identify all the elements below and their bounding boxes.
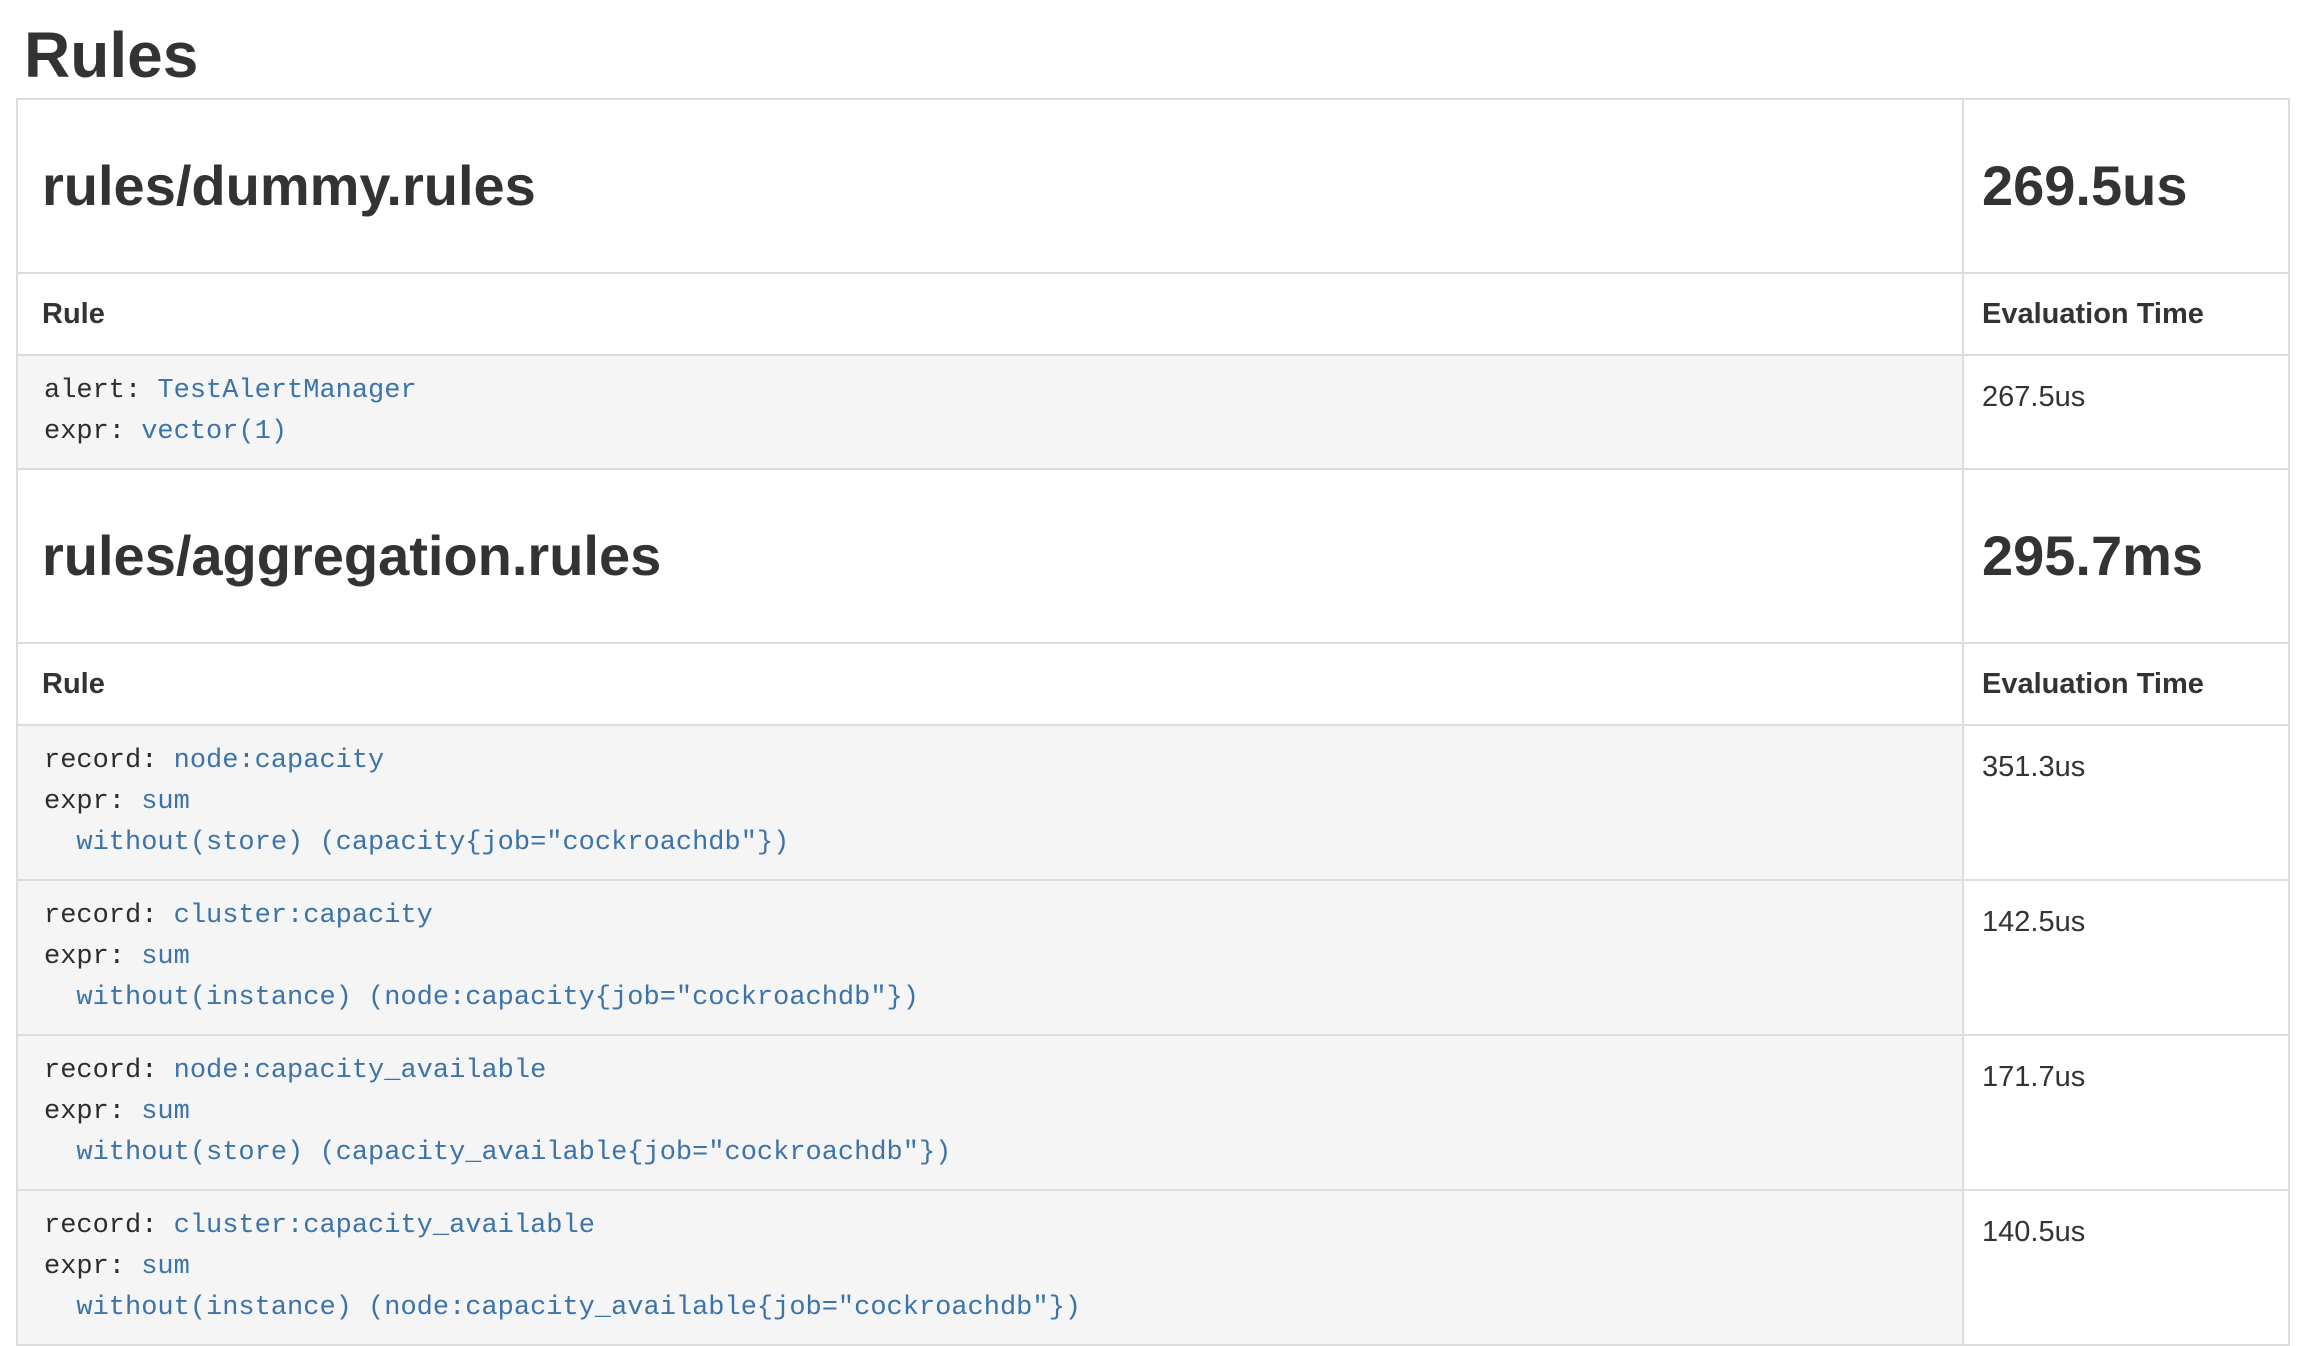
- rule-group-header-row: rules/aggregation.rules 295.7ms: [17, 469, 2289, 643]
- evaluation-time-column-header: Evaluation Time: [1963, 273, 2289, 355]
- rule-definition-cell: record: cluster:capacity expr: sum witho…: [17, 880, 1963, 1035]
- rule-link[interactable]: cluster:capacity: [174, 901, 433, 931]
- column-header-row: RuleEvaluation Time: [17, 273, 2289, 355]
- rule-keyword: alert:: [44, 376, 157, 406]
- rule-keyword: expr:: [44, 787, 141, 817]
- rule-row: record: cluster:capacity expr: sum witho…: [17, 880, 2289, 1035]
- rule-group-total-time: 269.5us: [1982, 150, 2270, 222]
- rule-column-header: Rule: [17, 643, 1963, 725]
- rule-keyword: expr:: [44, 417, 141, 447]
- column-header-row: RuleEvaluation Time: [17, 643, 2289, 725]
- rule-group-file-cell: rules/aggregation.rules: [17, 469, 1963, 643]
- rule-keyword: expr:: [44, 942, 141, 972]
- rule-link[interactable]: node:capacity_available: [174, 1056, 547, 1086]
- rule-link[interactable]: sum: [141, 787, 190, 817]
- rule-link[interactable]: cluster:capacity_available: [174, 1211, 595, 1241]
- rule-link[interactable]: without(store) (capacity{job="cockroachd…: [44, 828, 789, 858]
- rule-row: record: node:capacity_available expr: su…: [17, 1035, 2289, 1190]
- rule-link[interactable]: TestAlertManager: [157, 376, 416, 406]
- rule-evaluation-time: 267.5us: [1963, 355, 2289, 469]
- evaluation-time-column-header: Evaluation Time: [1963, 643, 2289, 725]
- rule-keyword: record:: [44, 1056, 174, 1086]
- rules-table: rules/dummy.rules269.5usRuleEvaluation T…: [16, 98, 2290, 1346]
- rule-group-total-time: 295.7ms: [1982, 520, 2270, 592]
- rule-evaluation-time: 351.3us: [1963, 725, 2289, 880]
- rules-page: Rules rules/dummy.rules269.5usRuleEvalua…: [16, 22, 2290, 1346]
- rule-link[interactable]: without(store) (capacity_available{job="…: [44, 1138, 951, 1168]
- rule-keyword: record:: [44, 746, 174, 776]
- rule-definition-cell: alert: TestAlertManager expr: vector(1): [17, 355, 1963, 469]
- rule-link[interactable]: sum: [141, 1252, 190, 1282]
- rule-keyword: expr:: [44, 1097, 141, 1127]
- rule-keyword: record:: [44, 1211, 174, 1241]
- rule-keyword: expr:: [44, 1252, 141, 1282]
- rule-definition-code: alert: TestAlertManager expr: vector(1): [18, 356, 1962, 468]
- rule-keyword: record:: [44, 901, 174, 931]
- rule-group-file-title: rules/dummy.rules: [42, 150, 1938, 222]
- rule-group-file-title: rules/aggregation.rules: [42, 520, 1938, 592]
- rule-link[interactable]: sum: [141, 1097, 190, 1127]
- rule-group-header-row: rules/dummy.rules 269.5us: [17, 99, 2289, 273]
- rule-link[interactable]: node:capacity: [174, 746, 385, 776]
- rule-evaluation-time: 171.7us: [1963, 1035, 2289, 1190]
- rule-link[interactable]: without(instance) (node:capacity{job="co…: [44, 983, 919, 1013]
- rule-definition-code: record: node:capacity_available expr: su…: [18, 1036, 1962, 1189]
- rule-definition-code: record: cluster:capacity_available expr:…: [18, 1191, 1962, 1344]
- rule-link[interactable]: vector(1): [141, 417, 287, 447]
- rule-evaluation-time: 142.5us: [1963, 880, 2289, 1035]
- rule-group-file-cell: rules/dummy.rules: [17, 99, 1963, 273]
- rule-definition-code: record: cluster:capacity expr: sum witho…: [18, 881, 1962, 1034]
- page-title: Rules: [24, 22, 2290, 88]
- rule-row: alert: TestAlertManager expr: vector(1)2…: [17, 355, 2289, 469]
- rule-definition-cell: record: node:capacity_available expr: su…: [17, 1035, 1963, 1190]
- rule-link[interactable]: without(instance) (node:capacity_availab…: [44, 1293, 1081, 1323]
- rule-link[interactable]: sum: [141, 942, 190, 972]
- rule-definition-code: record: node:capacity expr: sum without(…: [18, 726, 1962, 879]
- rule-definition-cell: record: node:capacity expr: sum without(…: [17, 725, 1963, 880]
- rule-group-total-time-cell: 295.7ms: [1963, 469, 2289, 643]
- rule-column-header: Rule: [17, 273, 1963, 355]
- rule-group-total-time-cell: 269.5us: [1963, 99, 2289, 273]
- rule-row: record: node:capacity expr: sum without(…: [17, 725, 2289, 880]
